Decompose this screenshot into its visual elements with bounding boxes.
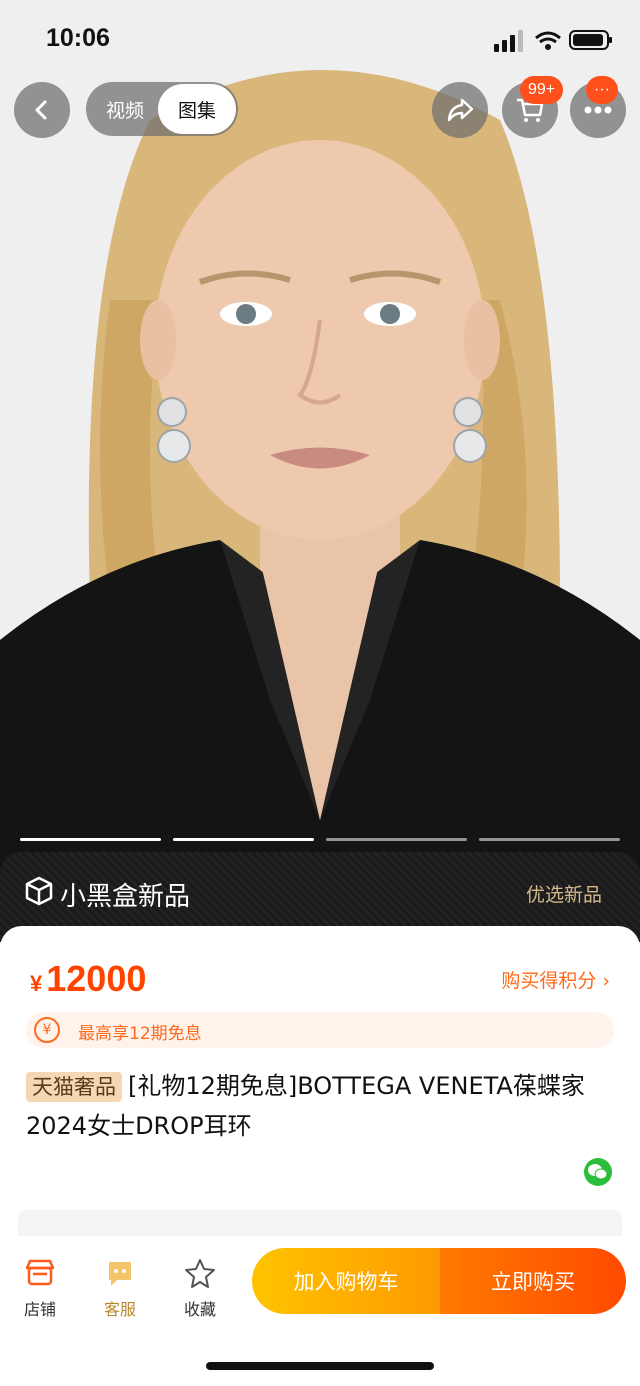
more-icon [584, 106, 612, 114]
cart-badge: 99+ [520, 76, 564, 104]
tab-gallery[interactable]: 图集 [158, 84, 236, 134]
favorite-button[interactable]: 收藏 [170, 1256, 230, 1326]
store-icon [25, 1259, 55, 1286]
share-icon [447, 98, 474, 122]
pager-dot [479, 838, 620, 841]
price: ¥12000 [30, 958, 146, 1000]
banner-link[interactable]: 优选新品 [526, 880, 602, 907]
status-bar: 10:06 [0, 0, 640, 80]
service-icon [109, 1262, 131, 1286]
pager-dot [20, 838, 161, 841]
product-info-card: ¥12000 购买得积分 › ¥ 最高享12期免息 天猫奢品 [礼物12期免息]B… [0, 926, 640, 1240]
more-badge: ··· [586, 76, 618, 104]
tab-video[interactable]: 视频 [86, 82, 164, 136]
service-label: 客服 [103, 1300, 136, 1319]
product-title: 天猫奢品 [礼物12期免息]BOTTEGA VENETA葆蝶家2024女士DROP… [26, 1066, 616, 1146]
star-icon [185, 1259, 215, 1288]
favorite-label: 收藏 [183, 1300, 216, 1319]
points-link[interactable]: 购买得积分 › [501, 966, 610, 993]
gallery-pager [20, 838, 620, 842]
purchase-actions: 加入购物车 立即购买 [252, 1248, 626, 1314]
banner-title: 小黑盒新品 [60, 882, 191, 912]
box-icon [25, 876, 53, 906]
chevron-left-icon [35, 100, 47, 120]
service-button[interactable]: 客服 [90, 1256, 150, 1326]
installment-bar[interactable]: ¥ 最高享12期免息 [26, 1012, 614, 1048]
back-button[interactable] [14, 82, 70, 138]
pager-dot [173, 838, 314, 841]
installment-text: 最高享12期免息 [78, 1024, 202, 1044]
add-to-cart-button[interactable]: 加入购物车 [252, 1248, 440, 1314]
store-label: 店铺 [23, 1300, 56, 1319]
share-button[interactable] [432, 82, 488, 138]
wechat-icon[interactable] [584, 1158, 612, 1186]
home-indicator[interactable] [206, 1362, 434, 1370]
price-value: 12000 [46, 958, 147, 999]
price-currency: ¥ [30, 971, 43, 996]
store-button[interactable]: 店铺 [10, 1256, 70, 1326]
status-icons [494, 30, 612, 52]
buy-now-button[interactable]: 立即购买 [440, 1248, 626, 1314]
status-time: 10:06 [46, 24, 110, 52]
yen-icon: ¥ [34, 1017, 60, 1043]
pager-dot [326, 838, 467, 841]
luxury-tag: 天猫奢品 [26, 1072, 122, 1102]
media-switch: 视频 图集 [86, 82, 238, 136]
bottom-action-bar: 店铺 客服 收藏 加入购物车 立即购买 [0, 1236, 640, 1386]
